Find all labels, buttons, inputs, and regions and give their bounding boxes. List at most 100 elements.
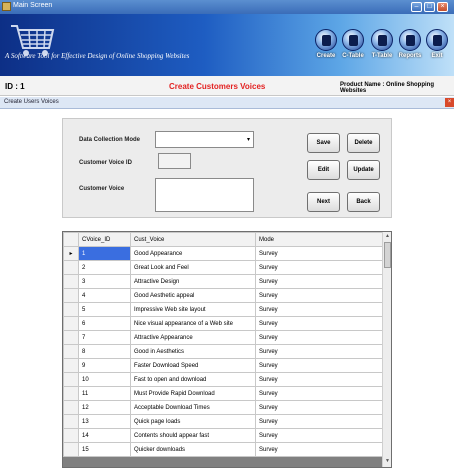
cell-mode[interactable]: Survey [255,428,384,443]
cell-cvoice-id[interactable]: 12 [78,400,131,415]
row-header[interactable] [63,302,79,317]
cell-cust-voice[interactable]: Must Provide Rapid Download [130,386,256,401]
cell-mode[interactable]: Survey [255,288,384,303]
row-header[interactable] [63,400,79,415]
cell-cust-voice[interactable]: Acceptable Download Times [130,400,256,415]
maximize-button[interactable]: □ [424,2,435,12]
cell-mode[interactable]: Survey [255,400,384,415]
exit-button[interactable]: Exit [424,29,450,71]
row-header[interactable] [63,260,79,275]
table-row[interactable]: 9 Faster Download Speed Survey [63,358,384,373]
child-close-button[interactable]: × [445,98,454,107]
edit-button[interactable]: Edit [307,160,340,180]
table-row[interactable]: 11 Must Provide Rapid Download Survey [63,386,384,401]
row-header[interactable] [63,386,79,401]
cell-mode[interactable]: Survey [255,442,384,457]
cell-cvoice-id[interactable]: 11 [78,386,131,401]
cell-mode[interactable]: Survey [255,386,384,401]
cell-mode[interactable]: Survey [255,330,384,345]
table-row[interactable]: 7 Attractive Appearance Survey [63,330,384,345]
close-button[interactable]: × [437,2,448,12]
cell-cvoice-id[interactable]: 9 [78,358,131,373]
cell-cvoice-id[interactable]: 4 [78,288,131,303]
mode-select[interactable]: ▾ [155,131,254,148]
table-row[interactable]: 8 Good in Aesthetics Survey [63,344,384,359]
row-header[interactable] [63,274,79,289]
save-button[interactable]: Save [307,133,340,153]
cell-cust-voice[interactable]: Contents should appear fast [130,428,256,443]
cell-cvoice-id[interactable]: 13 [78,414,131,429]
cell-cust-voice[interactable]: Faster Download Speed [130,358,256,373]
table-row[interactable]: 5 Impressive Web site layout Survey [63,302,384,317]
cell-mode[interactable]: Survey [255,246,384,261]
row-header[interactable] [63,288,79,303]
column-header-cvoice-id[interactable]: CVoice_ID [78,232,131,247]
t-table-button[interactable]: T-Table [369,29,395,71]
cell-cust-voice[interactable]: Nice visual appearance of a Web site [130,316,256,331]
c-table-button[interactable]: C-Table [340,29,366,71]
cell-mode[interactable]: Survey [255,260,384,275]
cell-cvoice-id[interactable]: 7 [78,330,131,345]
row-header[interactable]: ▸ [63,246,79,261]
row-header[interactable] [63,372,79,387]
cell-cust-voice[interactable]: Fast to open and download [130,372,256,387]
cell-cvoice-id[interactable]: 5 [78,302,131,317]
cell-cvoice-id[interactable]: 1 [78,246,131,261]
voices-grid[interactable]: CVoice_ID Cust_Voice Mode ▸ 1 Good Appeara… [62,231,392,468]
cell-cvoice-id[interactable]: 10 [78,372,131,387]
minimize-button[interactable]: – [411,2,422,12]
table-row[interactable]: ▸ 1 Good Appearance Survey [63,246,384,261]
reports-button[interactable]: Reports [397,29,423,71]
scroll-down-arrow-icon[interactable]: ▼ [384,458,391,465]
child-window-titlebar[interactable]: Create Users Voices × [0,97,454,109]
row-header[interactable] [63,358,79,373]
row-header[interactable] [63,442,79,457]
cell-mode[interactable]: Survey [255,316,384,331]
voice-id-field[interactable] [158,153,191,169]
cell-cvoice-id[interactable]: 14 [78,428,131,443]
row-header[interactable] [63,316,79,331]
cell-mode[interactable]: Survey [255,358,384,373]
table-row[interactable]: 14 Contents should appear fast Survey [63,428,384,443]
row-header[interactable] [63,330,79,345]
table-row[interactable]: 15 Quicker downloads Survey [63,442,384,457]
cell-cust-voice[interactable]: Quicker downloads [130,442,256,457]
row-header[interactable] [63,428,79,443]
update-button[interactable]: Update [347,160,380,180]
cell-mode[interactable]: Survey [255,274,384,289]
cell-cust-voice[interactable]: Good Aesthetic appeal [130,288,256,303]
row-header[interactable] [63,414,79,429]
cell-mode[interactable]: Survey [255,302,384,317]
cell-mode[interactable]: Survey [255,414,384,429]
cell-cust-voice[interactable]: Quick page loads [130,414,256,429]
grid-vertical-scrollbar[interactable]: ▲ ▼ [382,232,391,467]
column-header-mode[interactable]: Mode [255,232,384,247]
cell-cust-voice[interactable]: Good in Aesthetics [130,344,256,359]
table-row[interactable]: 10 Fast to open and download Survey [63,372,384,387]
cell-cvoice-id[interactable]: 6 [78,316,131,331]
table-row[interactable]: 2 Great Look and Feel Survey [63,260,384,275]
voice-textarea[interactable] [155,178,254,212]
cell-cust-voice[interactable]: Great Look and Feel [130,260,256,275]
scroll-thumb[interactable] [384,242,391,268]
back-button[interactable]: Back [347,192,380,212]
cell-cvoice-id[interactable]: 3 [78,274,131,289]
row-header[interactable] [63,344,79,359]
cell-mode[interactable]: Survey [255,344,384,359]
cell-cust-voice[interactable]: Attractive Appearance [130,330,256,345]
table-row[interactable]: 12 Acceptable Download Times Survey [63,400,384,415]
scroll-up-arrow-icon[interactable]: ▲ [384,233,391,240]
cell-cust-voice[interactable]: Attractive Design [130,274,256,289]
table-row[interactable]: 3 Attractive Design Survey [63,274,384,289]
delete-button[interactable]: Delete [347,133,380,153]
cell-cvoice-id[interactable]: 8 [78,344,131,359]
next-button[interactable]: Next [307,192,340,212]
table-row[interactable]: 4 Good Aesthetic appeal Survey [63,288,384,303]
create-button[interactable]: Create [313,29,339,71]
table-row[interactable]: 6 Nice visual appearance of a Web site Sur… [63,316,384,331]
cell-cust-voice[interactable]: Impressive Web site layout [130,302,256,317]
cell-mode[interactable]: Survey [255,372,384,387]
table-row[interactable]: 13 Quick page loads Survey [63,414,384,429]
cell-cvoice-id[interactable]: 2 [78,260,131,275]
column-header-cust-voice[interactable]: Cust_Voice [130,232,256,247]
